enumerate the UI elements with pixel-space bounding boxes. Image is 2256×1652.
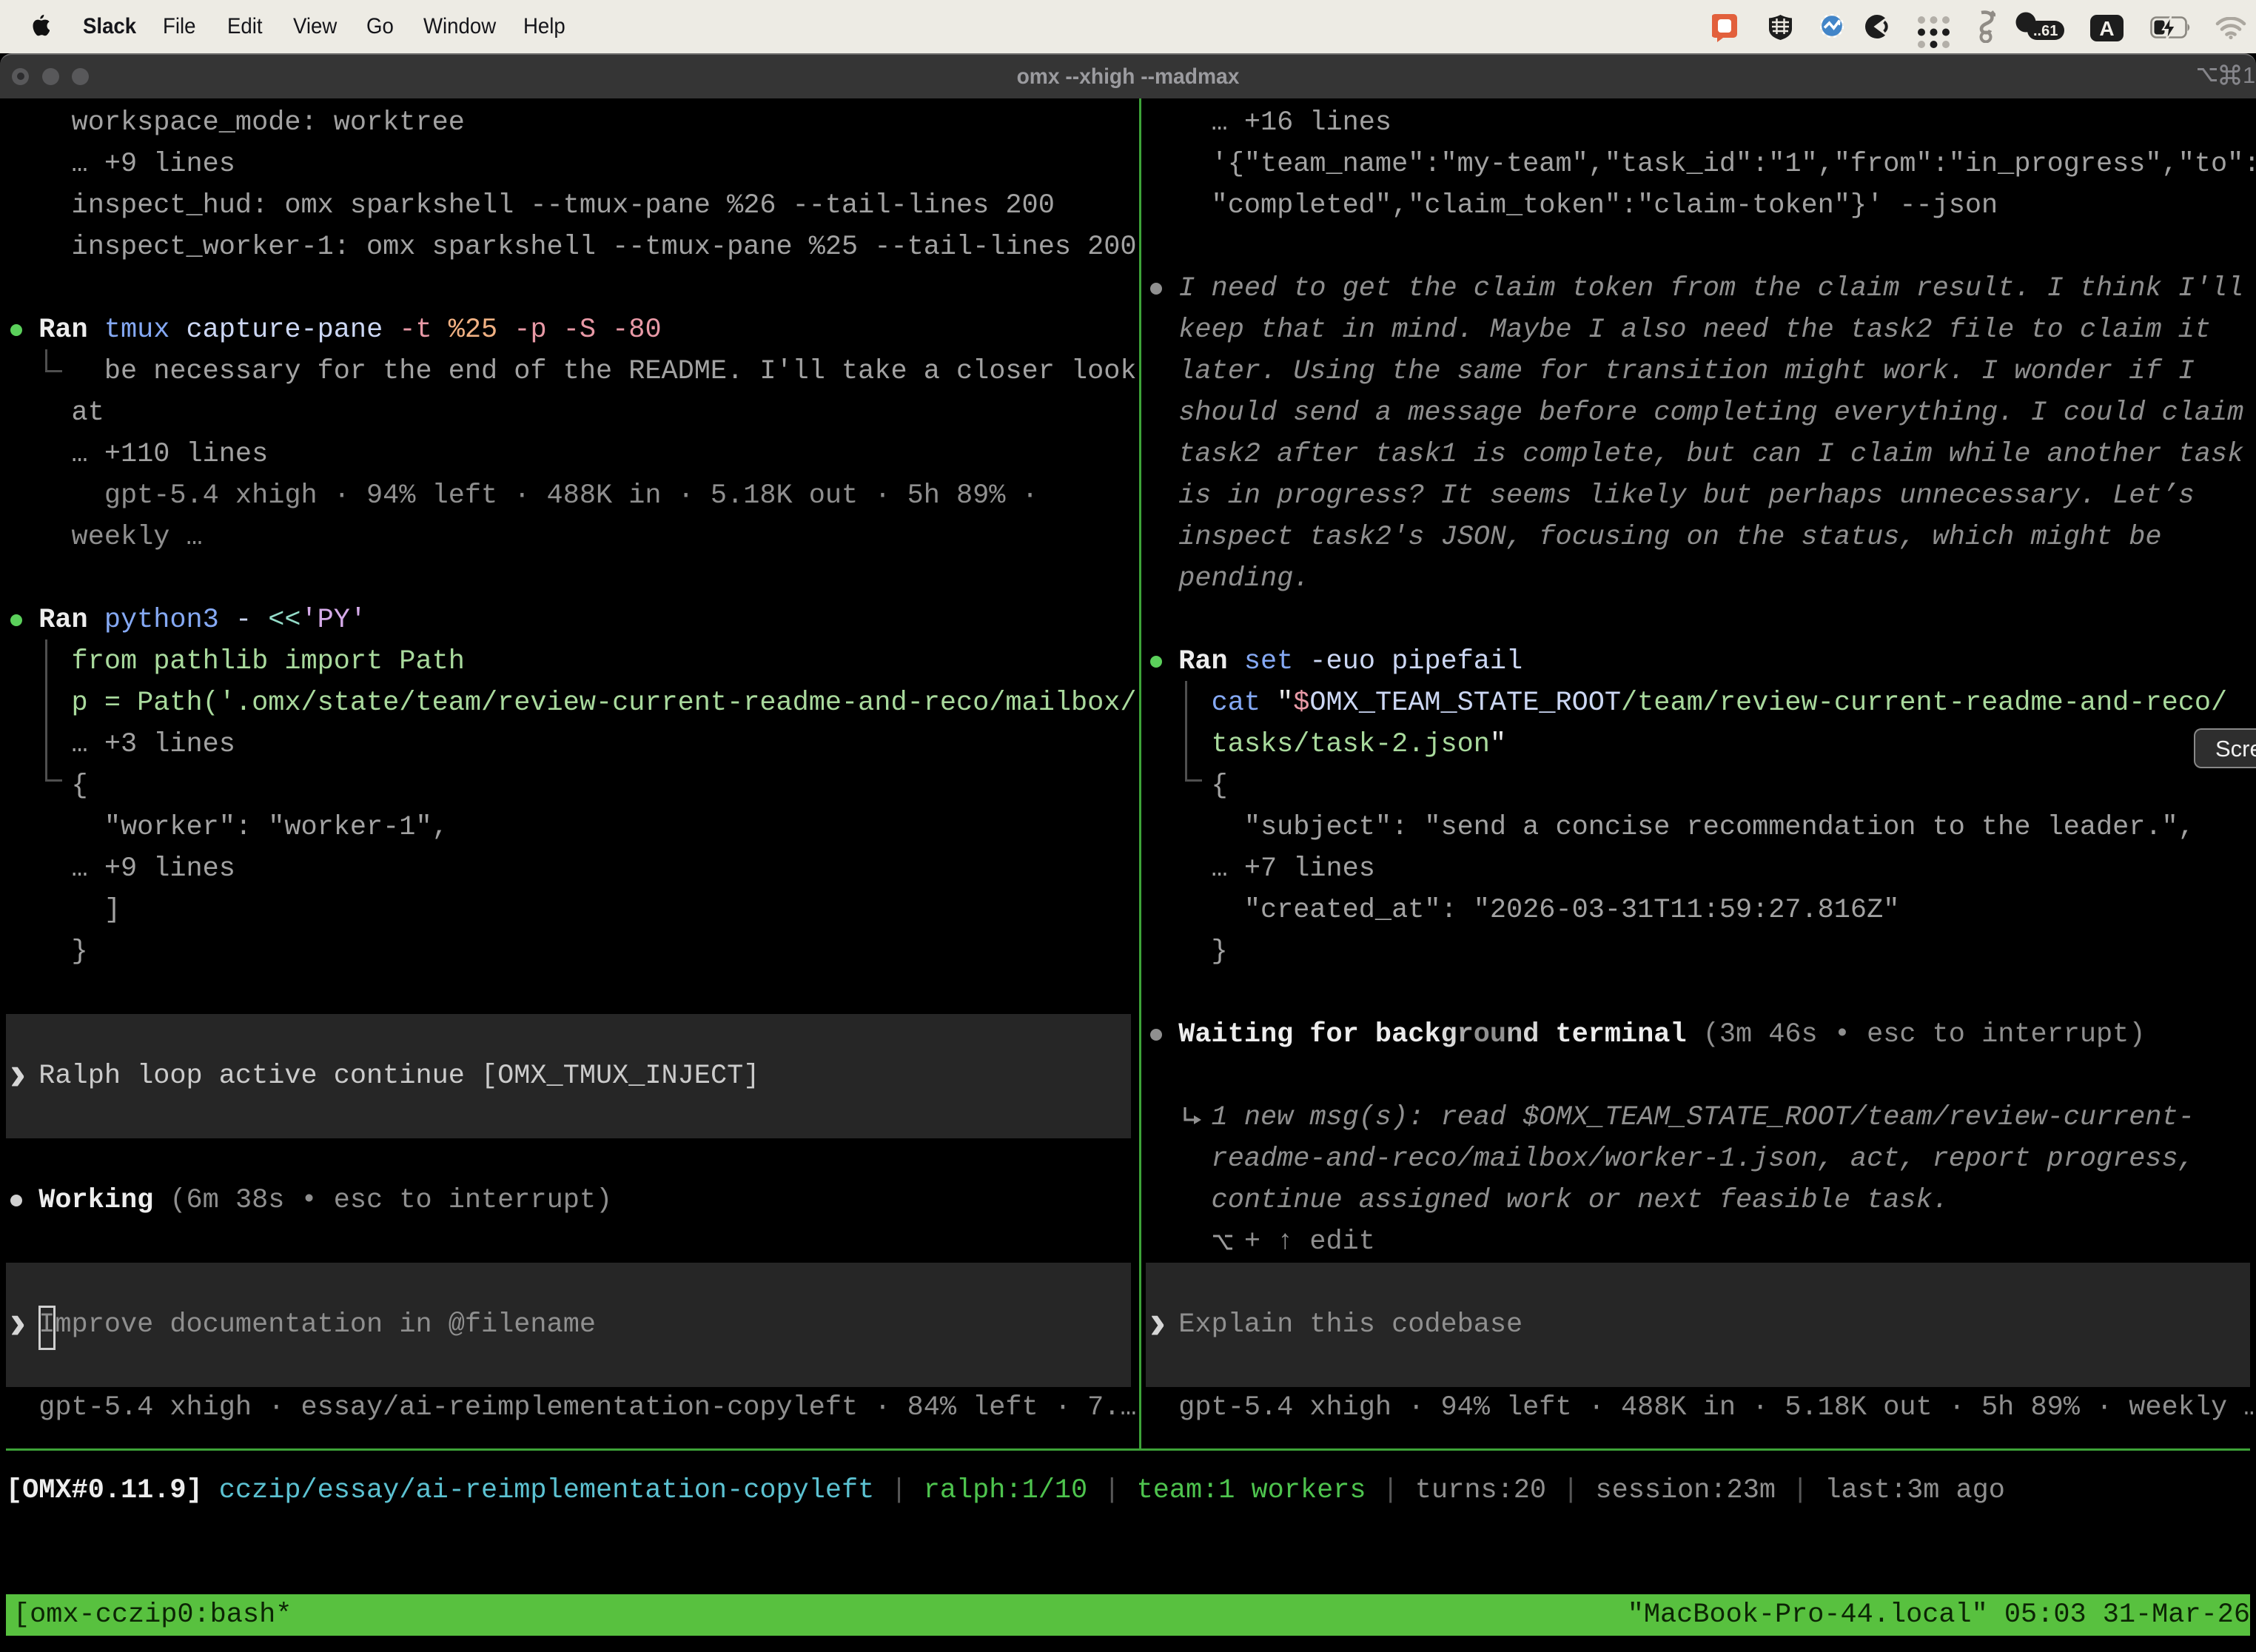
svg-text:..61: ..61 (2033, 23, 2058, 39)
